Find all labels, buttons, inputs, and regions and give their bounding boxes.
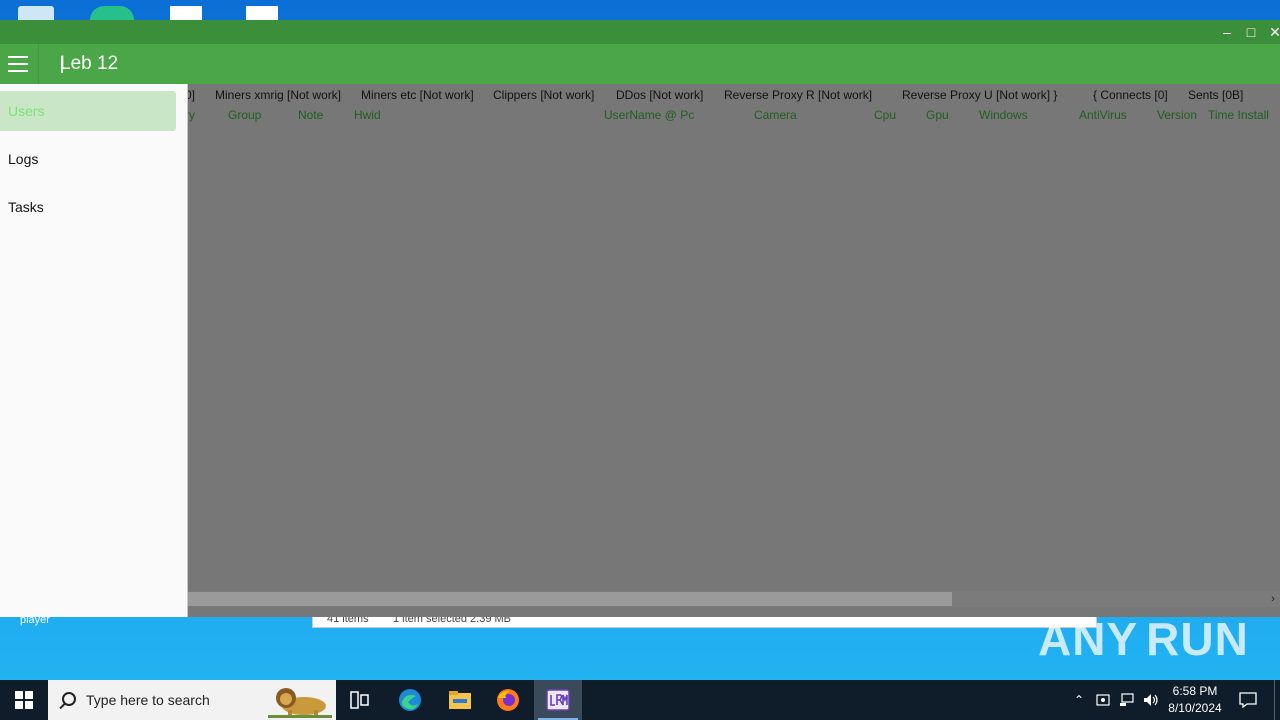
column-header-gpu[interactable]: Gpu [926,108,949,122]
horizontal-scrollbar[interactable]: › [188,591,1280,607]
show-hidden-icons-chevron-icon[interactable]: ⌃ [1068,680,1090,720]
notifications-icon[interactable] [1236,680,1260,720]
column-header-camera[interactable]: Camera [754,108,797,122]
clock-time: 6:58 PM [1172,684,1218,698]
desktop-icon-recycle-bin[interactable] [18,6,54,20]
maximize-button[interactable]: □ [1242,23,1260,41]
column-header-version[interactable]: Version [1157,108,1197,122]
column-header-cpu[interactable]: Cpu [874,108,896,122]
column-header-group[interactable]: Group [228,108,261,122]
nav-item-logs[interactable]: Logs [0,139,176,179]
column-header-hwid[interactable]: Hwid [354,108,381,122]
clock-date: 8/10/2024 [1168,701,1222,715]
tab-miners-xmrig[interactable]: Miners xmrig [Not work] [215,88,341,102]
taskbar: ⌃ 6:58 PM 8/10/2024 [0,680,1280,720]
watermark-text-left: ANY [1038,613,1139,665]
task-view-icon [350,691,369,709]
lrm-app-button[interactable] [534,680,582,720]
title-bar[interactable]: – □ ✕ [0,20,1280,44]
app-toolbar: Leb 12 [0,44,1280,84]
start-button[interactable] [0,680,48,720]
desktop-icon-document[interactable] [170,6,202,20]
navigation-drawer: Users Logs Tasks [0,84,188,617]
watermark-text-right: RUN [1146,613,1249,665]
network-icon[interactable] [1116,680,1138,720]
tab-sents[interactable]: Sents [0B] [1188,88,1243,102]
nav-item-users[interactable]: Users [0,91,176,131]
scroll-right-arrow-icon[interactable]: › [1266,591,1280,607]
column-headers: ry Group Note Hwid UserName @ Pc Camera … [0,108,1280,124]
tab-clippers[interactable]: Clippers [Not work] [493,88,594,102]
windows-logo-icon [15,691,33,709]
toolbar-divider [38,44,39,84]
search-highlight-lion-icon [268,688,332,718]
app-window: – □ ✕ Leb 12 0] Miners xmrig [Not work] … [0,20,1280,617]
minimize-button[interactable]: – [1218,23,1236,41]
scrollbar-thumb[interactable] [188,592,952,606]
column-header-antivirus[interactable]: AntiVirus [1079,108,1127,122]
nav-item-tasks[interactable]: Tasks [0,187,176,227]
system-clock[interactable]: 6:58 PM 8/10/2024 [1164,683,1226,717]
status-tabs: 0] Miners xmrig [Not work] Miners etc [N… [0,88,1280,104]
users-list-area[interactable]: 0] Miners xmrig [Not work] Miners etc [N… [0,84,1280,617]
tab-connects[interactable]: { Connects [0] [1093,88,1168,102]
firefox-icon [497,689,519,711]
volume-icon[interactable] [1140,680,1162,720]
desktop-icon-document-2[interactable] [246,6,278,20]
column-header-windows[interactable]: Windows [979,108,1028,122]
hamburger-menu-icon[interactable] [8,56,28,72]
app-title: Leb 12 [60,53,119,74]
show-desktop-button[interactable] [1274,680,1275,720]
column-header-note[interactable]: Note [298,108,323,122]
tab-ddos[interactable]: DDos [Not work] [616,88,703,102]
search-input[interactable] [86,690,286,710]
lrm-app-icon [546,689,570,711]
close-button[interactable]: ✕ [1266,23,1280,41]
edge-icon [399,689,421,711]
tab-miners-etc[interactable]: Miners etc [Not work] [361,88,474,102]
search-icon [62,692,76,706]
tab-reverse-proxy-r[interactable]: Reverse Proxy R [Not work] [724,88,872,102]
column-header-time-install[interactable]: Time Install [1208,108,1269,122]
task-view-button[interactable] [336,680,384,720]
meet-now-icon[interactable] [1092,680,1114,720]
file-explorer-button[interactable] [436,680,484,720]
column-header-username-pc[interactable]: UserName @ Pc [604,108,694,122]
desktop-icon-edge[interactable] [90,6,134,20]
taskbar-search[interactable] [48,680,336,720]
tab-reverse-proxy-u[interactable]: Reverse Proxy U [Not work] } [902,88,1057,102]
firefox-button[interactable] [484,680,532,720]
edge-button[interactable] [386,680,434,720]
file-explorer-icon [449,691,471,709]
